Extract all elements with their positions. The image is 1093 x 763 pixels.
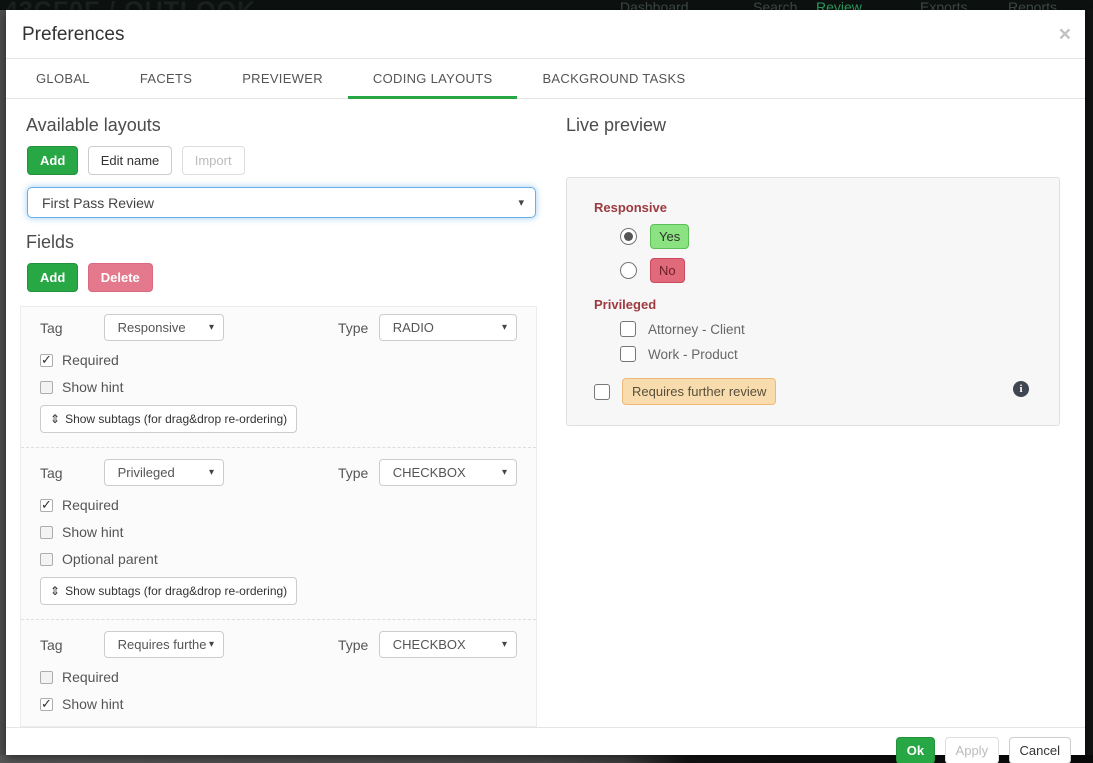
preferences-tabs: GLOBAL FACETS PREVIEWER CODING LAYOUTS B… xyxy=(6,59,1085,99)
checkbox[interactable] xyxy=(620,321,636,337)
ok-button[interactable]: Ok xyxy=(896,737,935,763)
caret-down-icon: ▾ xyxy=(209,467,214,478)
show-hint-checkbox[interactable]: ✓ Show hint xyxy=(40,524,517,540)
caret-down-icon: ▾ xyxy=(502,322,507,333)
caret-down-icon: ▾ xyxy=(209,639,214,650)
show-hint-checkbox[interactable]: ✓ Show hint xyxy=(40,696,517,712)
tab-global[interactable]: GLOBAL xyxy=(11,59,115,99)
delete-field-button[interactable]: Delete xyxy=(88,263,153,292)
checkbox-icon: ✓ xyxy=(40,354,53,367)
yes-tag-pill[interactable]: Yes xyxy=(650,224,689,249)
checkbox-icon: ✓ xyxy=(40,499,53,512)
live-preview-column: Live preview Responsive Yes No Privilege… xyxy=(566,111,1071,727)
caret-down-icon: ▾ xyxy=(209,322,214,333)
field-group-responsive: Tag Responsive ▾ Type RADIO ▾ ✓ Re xyxy=(21,307,536,448)
tag-label: Tag xyxy=(40,637,104,653)
nav-item-exports[interactable]: Exports xyxy=(920,0,967,10)
modal-title: Preferences xyxy=(22,24,1069,46)
layout-select[interactable]: First Pass Review ▾ xyxy=(27,187,536,218)
drag-reorder-icon: ⇕ xyxy=(50,412,60,426)
edit-name-button[interactable]: Edit name xyxy=(88,146,173,175)
radio-button[interactable] xyxy=(620,262,637,279)
show-subtags-button[interactable]: ⇕ Show subtags (for drag&drop re-orderin… xyxy=(40,405,297,433)
modal-footer: Ok Apply Cancel xyxy=(6,727,1085,763)
tag-select[interactable]: Responsive ▾ xyxy=(104,314,224,341)
field-group-requires-further: Tag Requires furthe ▾ Type CHECKBOX ▾ ✓ xyxy=(21,620,536,726)
caret-down-icon: ▾ xyxy=(518,196,524,209)
add-field-button[interactable]: Add xyxy=(27,263,78,292)
layout-actions: Add Edit name Import xyxy=(27,146,537,175)
apply-button[interactable]: Apply xyxy=(945,737,1000,763)
fields-panel: Tag Responsive ▾ Type RADIO ▾ ✓ Re xyxy=(20,306,537,727)
caret-down-icon: ▾ xyxy=(502,467,507,478)
live-preview-heading: Live preview xyxy=(566,115,1060,136)
requires-further-review-pill: Requires further review xyxy=(622,378,776,405)
preferences-modal: Preferences × GLOBAL FACETS PREVIEWER CO… xyxy=(6,10,1085,755)
cancel-button[interactable]: Cancel xyxy=(1009,737,1071,763)
checkbox-icon: ✓ xyxy=(40,671,53,684)
available-layouts-heading: Available layouts xyxy=(26,115,537,136)
optional-parent-checkbox[interactable]: ✓ Optional parent xyxy=(40,551,517,567)
preview-option-work-product: Work - Product xyxy=(620,346,1032,362)
type-label: Type xyxy=(338,637,379,653)
show-hint-checkbox[interactable]: ✓ Show hint xyxy=(40,379,517,395)
modal-header: Preferences × xyxy=(6,10,1085,59)
preview-option-attorney-client: Attorney - Client xyxy=(620,321,1032,337)
type-label: Type xyxy=(338,320,379,336)
tab-background-tasks[interactable]: BACKGROUND TASKS xyxy=(517,59,710,99)
close-icon[interactable]: × xyxy=(1059,24,1071,45)
checkbox-icon: ✓ xyxy=(40,526,53,539)
type-select[interactable]: CHECKBOX ▾ xyxy=(379,459,517,486)
field-actions: Add Delete xyxy=(27,263,537,292)
preview-requires-further-review: Requires further review i xyxy=(594,378,1032,405)
radio-button[interactable] xyxy=(620,228,637,245)
preview-responsive-label: Responsive xyxy=(594,200,1032,215)
caret-down-icon: ▾ xyxy=(502,639,507,650)
show-subtags-button[interactable]: ⇕ Show subtags (for drag&drop re-orderin… xyxy=(40,577,297,605)
app-logo: 43CF0F / OUTLOOK xyxy=(4,0,256,10)
background-top-navbar: 43CF0F / OUTLOOK Dashboard Search Review… xyxy=(0,0,1093,10)
modal-body: Available layouts Add Edit name Import F… xyxy=(6,99,1085,727)
required-checkbox[interactable]: ✓ Required xyxy=(40,497,517,513)
nav-item-search[interactable]: Search xyxy=(753,0,797,10)
tag-select[interactable]: Requires furthe ▾ xyxy=(104,631,224,658)
live-preview-panel: Responsive Yes No Privileged Attorney - … xyxy=(566,177,1060,426)
tag-label: Tag xyxy=(40,465,104,481)
field-group-privileged: Tag Privileged ▾ Type CHECKBOX ▾ ✓ xyxy=(21,448,536,620)
tab-facets[interactable]: FACETS xyxy=(115,59,217,99)
info-icon: i xyxy=(1013,381,1029,397)
preview-privileged-label: Privileged xyxy=(594,297,1032,312)
preview-option-no: No xyxy=(620,258,1032,283)
type-label: Type xyxy=(338,465,379,481)
checkbox[interactable] xyxy=(620,346,636,362)
checkbox-icon: ✓ xyxy=(40,698,53,711)
nav-item-reports[interactable]: Reports xyxy=(1008,0,1057,10)
tag-select[interactable]: Privileged ▾ xyxy=(104,459,224,486)
tag-label: Tag xyxy=(40,320,104,336)
nav-item-review[interactable]: Review xyxy=(816,0,862,10)
layouts-and-fields-column: Available layouts Add Edit name Import F… xyxy=(20,111,537,727)
tab-coding-layouts[interactable]: CODING LAYOUTS xyxy=(348,59,518,99)
type-select[interactable]: RADIO ▾ xyxy=(379,314,517,341)
tab-previewer[interactable]: PREVIEWER xyxy=(217,59,348,99)
checkbox-icon: ✓ xyxy=(40,381,53,394)
required-checkbox[interactable]: ✓ Required xyxy=(40,352,517,368)
required-checkbox[interactable]: ✓ Required xyxy=(40,669,517,685)
checkbox-icon: ✓ xyxy=(40,553,53,566)
checkbox[interactable] xyxy=(594,384,610,400)
layout-select-value: First Pass Review xyxy=(28,195,154,211)
nav-item-dashboard[interactable]: Dashboard xyxy=(620,0,689,10)
fields-heading: Fields xyxy=(26,232,537,253)
drag-reorder-icon: ⇕ xyxy=(50,584,60,598)
type-select[interactable]: CHECKBOX ▾ xyxy=(379,631,517,658)
preview-option-yes: Yes xyxy=(620,224,1032,249)
no-tag-pill[interactable]: No xyxy=(650,258,685,283)
add-layout-button[interactable]: Add xyxy=(27,146,78,175)
import-button[interactable]: Import xyxy=(182,146,245,175)
